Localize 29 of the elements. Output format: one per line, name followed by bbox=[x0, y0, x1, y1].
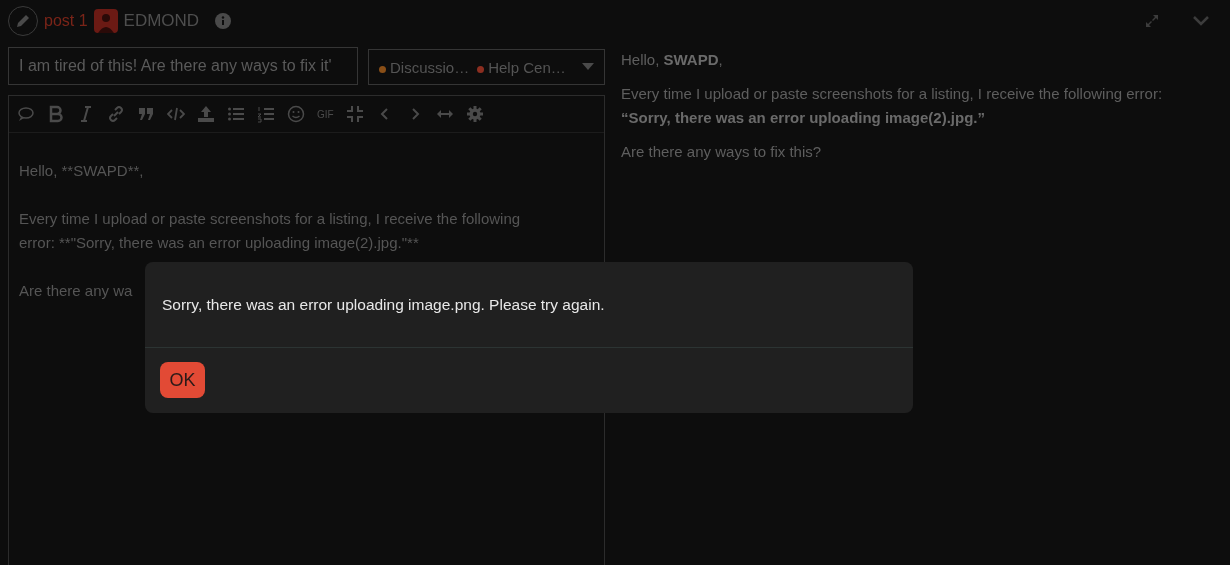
settings-icon[interactable] bbox=[465, 105, 484, 123]
speech-bubble-icon[interactable] bbox=[17, 105, 35, 123]
category-dropdown[interactable]: Discussio… Help Cen… bbox=[368, 49, 605, 85]
title-field[interactable]: I am tired of this! Are there any ways to fix it' bbox=[8, 47, 358, 85]
username[interactable]: EDMOND bbox=[123, 11, 200, 31]
preview-paragraph: Are there any ways to fix this? bbox=[621, 142, 823, 162]
caret-icon bbox=[582, 63, 594, 71]
category-tag: Discussio… bbox=[379, 58, 470, 76]
chevron-down-icon[interactable] bbox=[1192, 15, 1210, 27]
quote-icon[interactable] bbox=[137, 105, 155, 123]
smiley-icon[interactable] bbox=[287, 105, 305, 123]
bold-icon[interactable] bbox=[47, 105, 65, 123]
category-tag: Help Cen… bbox=[477, 58, 566, 76]
numbered-list-icon[interactable] bbox=[257, 105, 275, 123]
collapse-icon[interactable] bbox=[345, 105, 364, 123]
pencil-icon bbox=[15, 13, 31, 29]
bullet-list-icon[interactable] bbox=[227, 105, 245, 123]
upload-icon[interactable] bbox=[197, 105, 215, 123]
preview-paragraph: Every time I upload or paste screenshots for a listing, I receive the following error: “Sorry, there was an error uploading image(2).jpg.” bbox=[621, 84, 1164, 128]
link-icon[interactable] bbox=[107, 105, 125, 123]
post-label: post 1 bbox=[44, 12, 88, 30]
code-icon[interactable] bbox=[167, 105, 185, 123]
ok-button[interactable]: OK bbox=[160, 362, 205, 398]
gif-button[interactable]: GIF bbox=[317, 108, 334, 120]
preview-paragraph: Hello, SWAPD, bbox=[621, 50, 724, 70]
info-icon[interactable] bbox=[215, 13, 232, 29]
avatar-icon bbox=[93, 9, 118, 33]
expand-icon[interactable] bbox=[1144, 13, 1160, 29]
error-message: Sorry, there was an error uploading image.png. Please try again. bbox=[162, 295, 605, 314]
